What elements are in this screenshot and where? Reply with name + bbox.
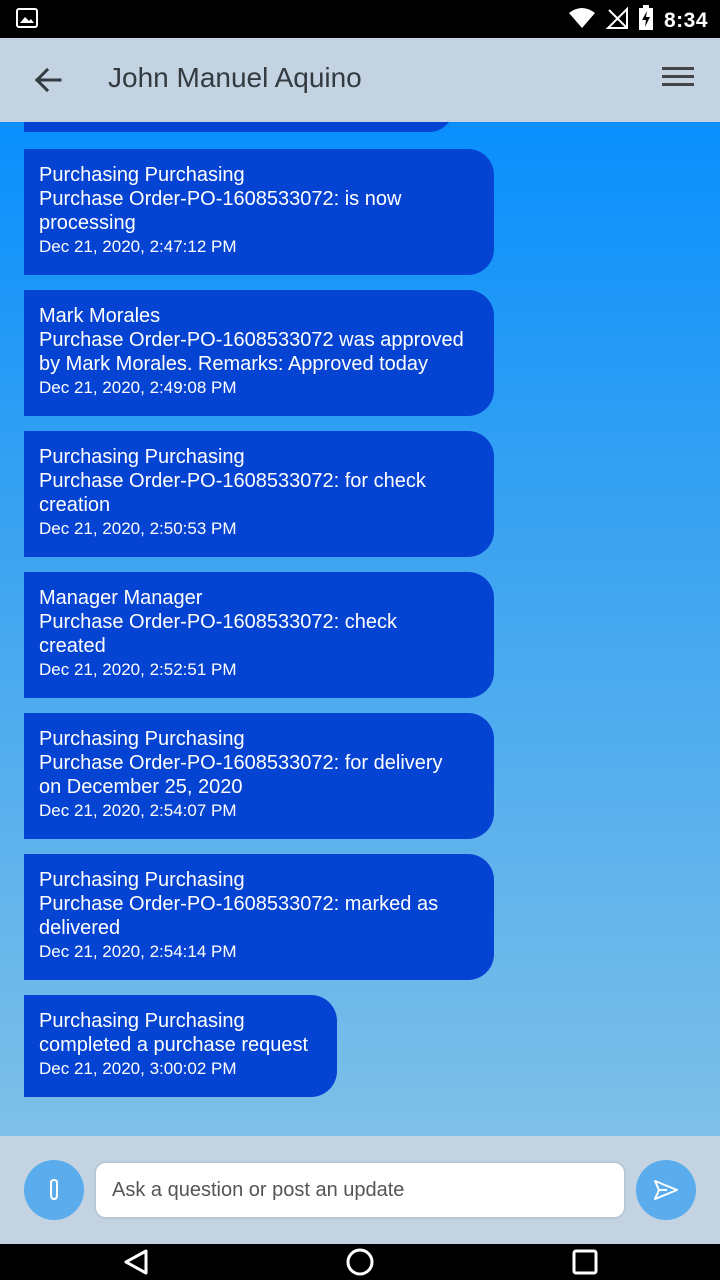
message-text: completed a purchase request bbox=[39, 1034, 309, 1056]
back-triangle-icon bbox=[124, 1249, 148, 1275]
arrow-back-icon bbox=[34, 67, 62, 93]
message-sender: Purchasing Purchasing bbox=[39, 164, 245, 186]
message-timestamp: Dec 21, 2020, 2:54:07 PM bbox=[39, 801, 237, 820]
message-bubble-partial bbox=[24, 122, 454, 132]
menu-button[interactable] bbox=[662, 64, 698, 96]
status-time: 8:34 bbox=[663, 8, 708, 32]
message-bubble: Purchasing Purchasing Purchase Order-PO-… bbox=[24, 431, 494, 557]
message-timestamp: Dec 21, 2020, 2:52:51 PM bbox=[39, 660, 237, 679]
no-signal-icon bbox=[605, 6, 628, 34]
message-bubble: Purchasing Purchasing Purchase Order-PO-… bbox=[24, 854, 494, 980]
page-title: John Manuel Aquino bbox=[108, 62, 362, 93]
message-text: by Mark Morales. Remarks: Approved today bbox=[39, 353, 429, 375]
message-text: Purchase Order-PO-1608533072: is now bbox=[39, 188, 402, 210]
message-bubble: Manager Manager Purchase Order-PO-160853… bbox=[24, 572, 494, 698]
composer-bar: Ask a question or post an update bbox=[0, 1136, 720, 1244]
system-nav-bar bbox=[0, 1244, 720, 1280]
message-bubble: Purchasing Purchasing Purchase Order-PO-… bbox=[24, 149, 494, 275]
message-text: creation bbox=[39, 494, 111, 516]
image-icon bbox=[16, 8, 38, 33]
chat-area[interactable]: Purchasing Purchasing Purchase Order-PO-… bbox=[0, 122, 720, 1136]
message-text: processing bbox=[39, 212, 136, 234]
nav-home-button[interactable] bbox=[344, 1246, 376, 1278]
app-bar: John Manuel Aquino bbox=[0, 38, 720, 122]
hamburger-menu-icon bbox=[662, 67, 694, 86]
back-button[interactable] bbox=[30, 62, 66, 98]
wifi-icon bbox=[568, 7, 596, 34]
message-text: delivered bbox=[39, 917, 121, 939]
message-text: Purchase Order-PO-1608533072: check bbox=[39, 611, 397, 633]
message-text: on December 25, 2020 bbox=[39, 776, 243, 798]
message-timestamp: Dec 21, 2020, 2:47:12 PM bbox=[39, 237, 237, 256]
message-text: created bbox=[39, 635, 106, 657]
send-button[interactable] bbox=[636, 1160, 696, 1220]
message-bubble: Mark Morales Purchase Order-PO-160853307… bbox=[24, 290, 494, 416]
paperclip-icon bbox=[50, 1178, 58, 1201]
nav-recents-button[interactable] bbox=[569, 1246, 601, 1278]
message-text: Purchase Order-PO-1608533072: for check bbox=[39, 470, 426, 492]
message-timestamp: Dec 21, 2020, 2:54:14 PM bbox=[39, 942, 237, 961]
message-timestamp: Dec 21, 2020, 3:00:02 PM bbox=[39, 1059, 237, 1078]
message-timestamp: Dec 21, 2020, 2:49:08 PM bbox=[39, 378, 237, 397]
message-text: Purchase Order-PO-1608533072 was approve… bbox=[39, 329, 464, 351]
message-sender: Purchasing Purchasing bbox=[39, 446, 245, 468]
message-sender: Mark Morales bbox=[39, 305, 161, 327]
send-icon bbox=[654, 1180, 678, 1200]
message-sender: Manager Manager bbox=[39, 587, 203, 609]
message-timestamp: Dec 21, 2020, 2:50:53 PM bbox=[39, 519, 237, 538]
message-sender: Purchasing Purchasing bbox=[39, 869, 245, 891]
attach-button[interactable] bbox=[24, 1160, 84, 1220]
message-text: Purchase Order-PO-1608533072: for delive… bbox=[39, 752, 443, 774]
message-bubble: Purchasing Purchasing Purchase Order-PO-… bbox=[24, 713, 494, 839]
recents-square-icon bbox=[572, 1249, 598, 1275]
battery-charging-icon bbox=[638, 5, 654, 36]
message-bubble: Purchasing Purchasing completed a purcha… bbox=[24, 995, 337, 1097]
nav-back-button[interactable] bbox=[120, 1246, 152, 1278]
message-sender: Purchasing Purchasing bbox=[39, 1010, 245, 1032]
home-circle-icon bbox=[346, 1248, 374, 1276]
message-input[interactable]: Ask a question or post an update bbox=[94, 1161, 626, 1219]
status-bar: 8:34 bbox=[0, 0, 720, 38]
message-sender: Purchasing Purchasing bbox=[39, 728, 245, 750]
message-text: Purchase Order-PO-1608533072: marked as bbox=[39, 893, 439, 915]
